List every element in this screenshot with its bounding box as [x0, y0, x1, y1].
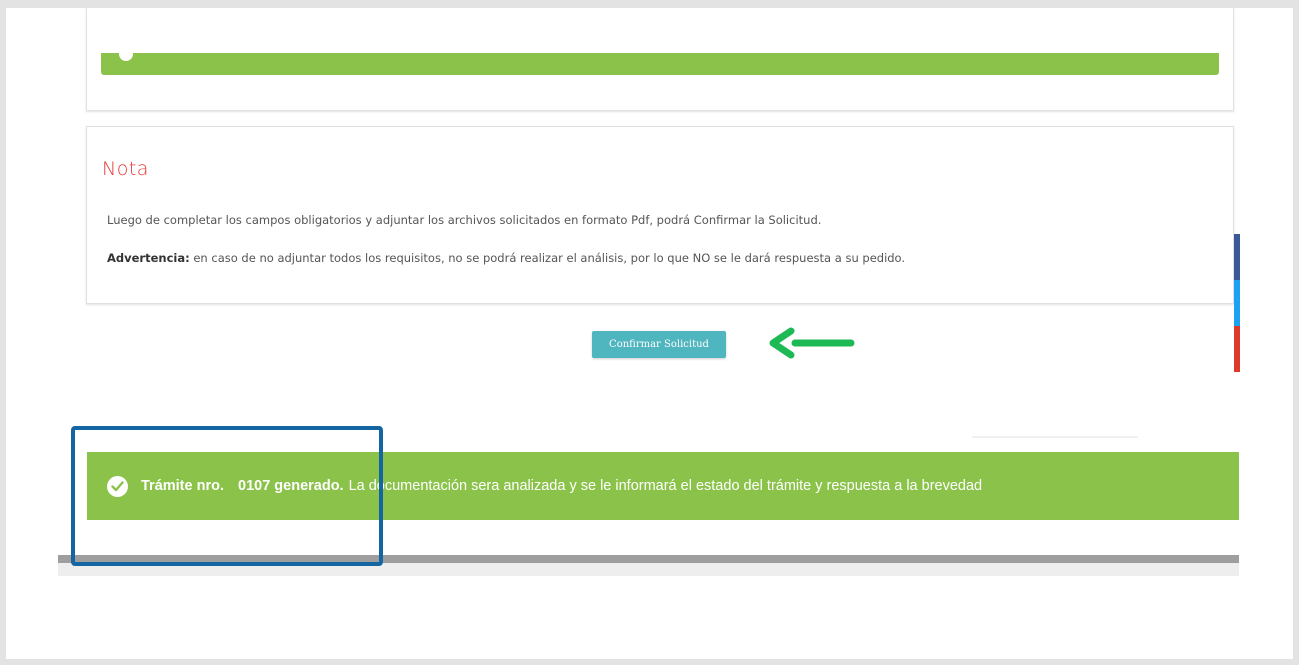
facebook-share-strip[interactable]	[1234, 234, 1240, 280]
procedure-message: La documentación sera analizada y se le …	[348, 478, 983, 494]
warning-label: Advertencia:	[107, 251, 190, 265]
green-arrow-annotation	[769, 327, 855, 359]
divider	[972, 436, 1138, 438]
note-title: Nota	[102, 158, 149, 180]
check-circle-icon	[119, 47, 133, 61]
note-instructions: Luego de completar los campos obligatori…	[107, 213, 822, 227]
note-warning: Advertencia: en caso de no adjuntar todo…	[107, 251, 905, 265]
note-card: Nota Luego de completar los campos oblig…	[86, 126, 1234, 304]
confirm-request-button[interactable]: Confirmar Solicitud	[592, 331, 726, 358]
google-share-strip[interactable]	[1234, 326, 1240, 372]
warning-text: en caso de no adjuntar todos los requisi…	[189, 251, 906, 265]
previous-success-alert	[101, 47, 1219, 75]
highlight-box-annotation	[71, 426, 383, 566]
twitter-share-strip[interactable]	[1234, 280, 1240, 326]
